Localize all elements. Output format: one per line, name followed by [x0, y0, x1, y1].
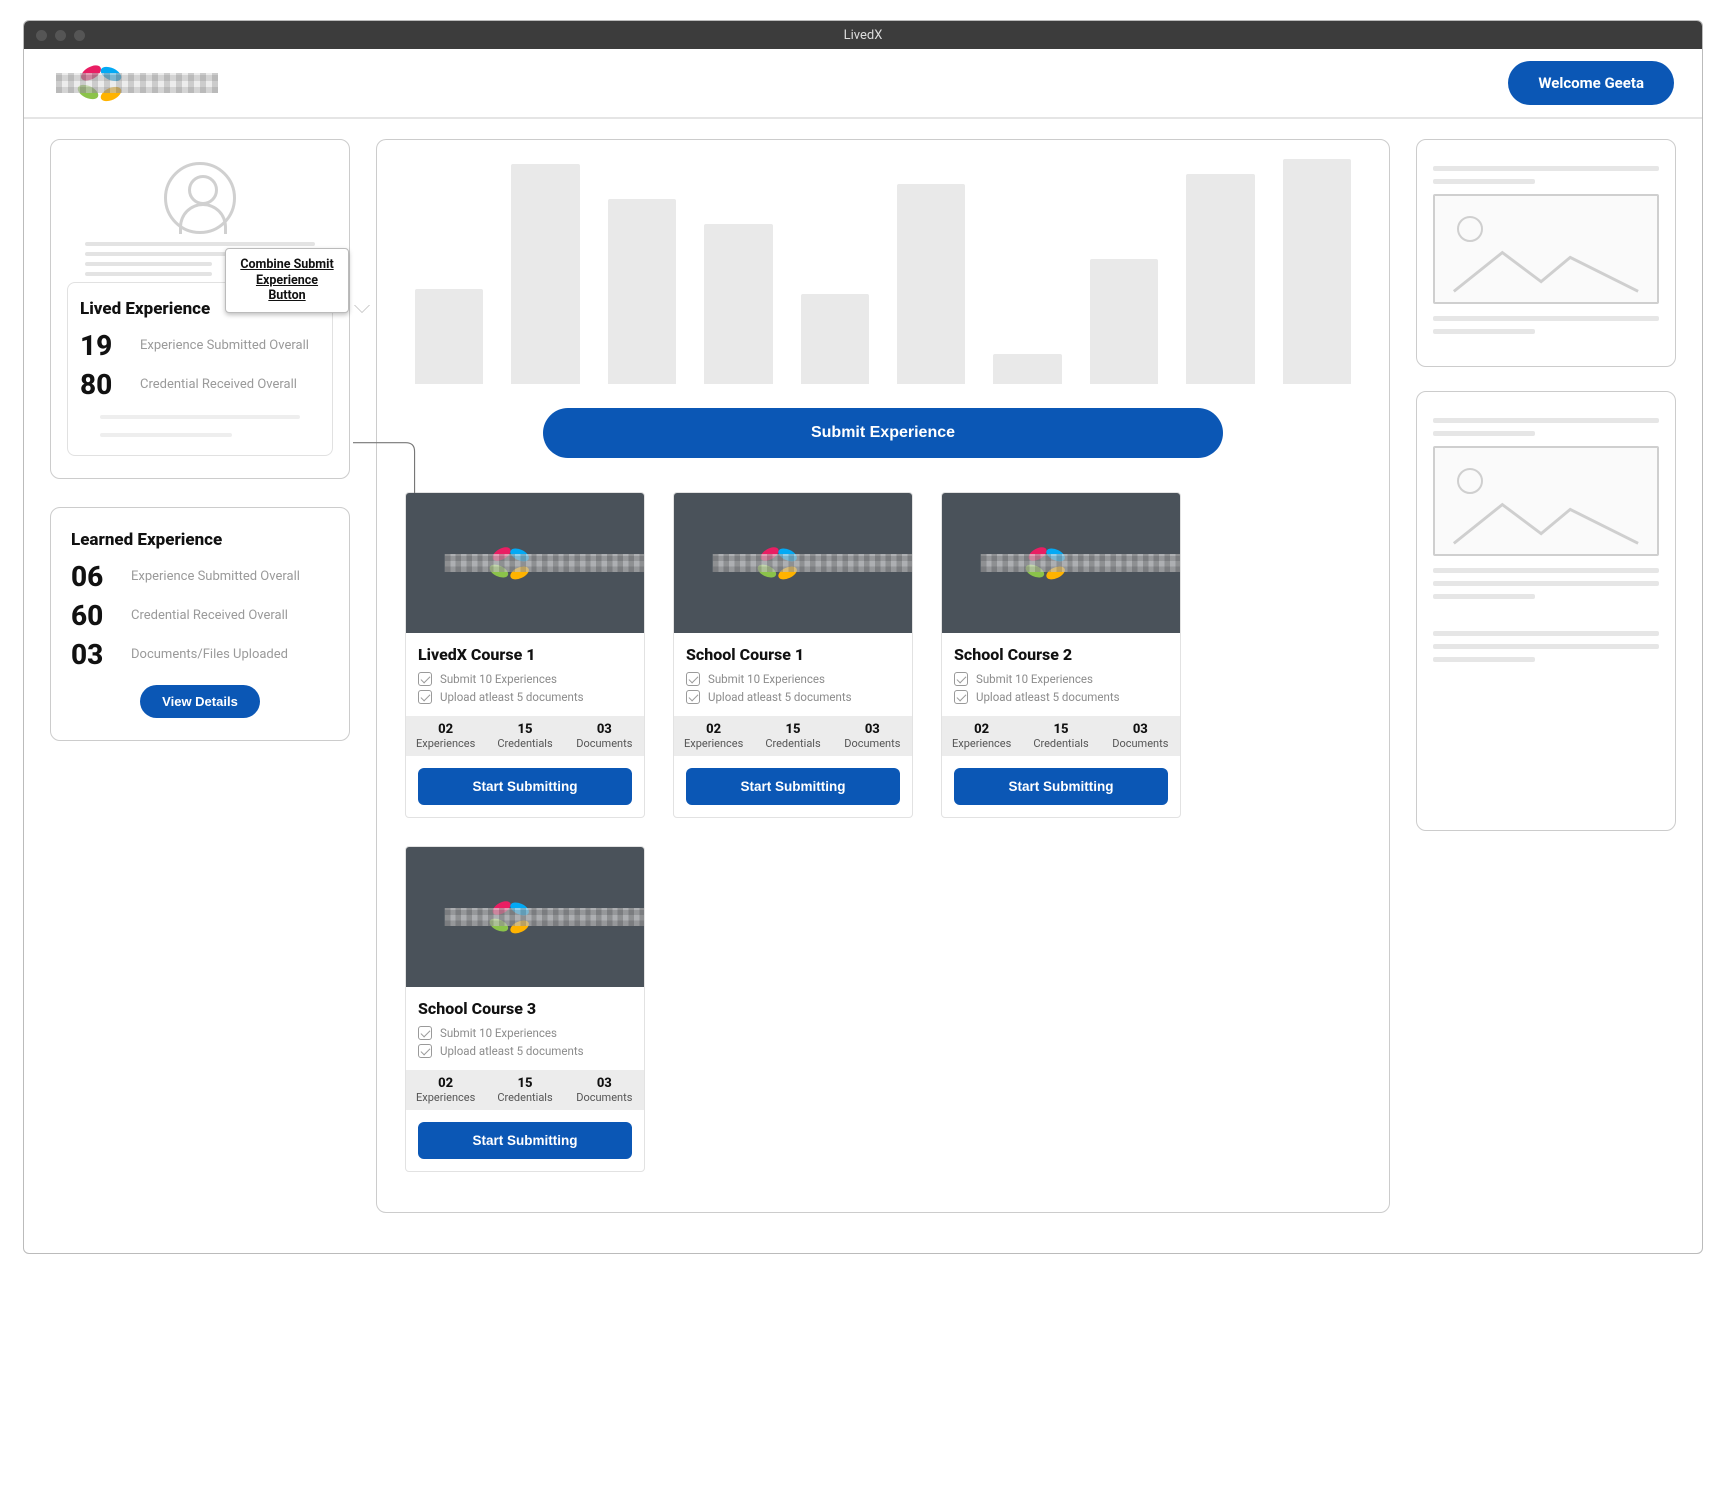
chart-bar [801, 294, 869, 384]
chart-bar [608, 199, 676, 384]
checkbox-icon [954, 672, 968, 686]
learned-stat-1-num: 60 [71, 599, 117, 632]
course-card: School Course 1 Submit 10 Experiences Uplo… [673, 492, 913, 818]
course-req-2: Upload atleast 5 documents [976, 690, 1120, 704]
learned-stat-0-num: 06 [71, 560, 117, 593]
course-thumbnail [942, 493, 1180, 633]
image-placeholder-icon [1433, 446, 1659, 556]
learned-title: Learned Experience [71, 530, 329, 550]
course-req-2: Upload atleast 5 documents [708, 690, 852, 704]
learned-stat-2-label: Documents/Files Uploaded [131, 647, 288, 663]
course-title: School Course 1 [686, 645, 900, 664]
course-req-1: Submit 10 Experiences [440, 672, 557, 686]
chart-bar [993, 354, 1061, 384]
start-submitting-button[interactable]: Start Submitting [418, 768, 632, 805]
learned-stat-1-label: Credential Received Overall [131, 608, 288, 624]
checkbox-icon [418, 1044, 432, 1058]
start-submitting-button[interactable]: Start Submitting [686, 768, 900, 805]
start-submitting-button[interactable]: Start Submitting [954, 768, 1168, 805]
welcome-pill[interactable]: Welcome Geeta [1508, 61, 1674, 105]
side-card-1 [1416, 139, 1676, 367]
livedx-logo [52, 64, 182, 102]
topbar: Welcome Geeta [24, 49, 1702, 119]
course-req-1: Submit 10 Experiences [976, 672, 1093, 686]
checkbox-icon [686, 672, 700, 686]
course-req-2: Upload atleast 5 documents [440, 1044, 584, 1058]
course-req-1: Submit 10 Experiences [708, 672, 825, 686]
learned-stat-0-label: Experience Submitted Overall [131, 569, 300, 585]
lived-stat-1-label: Credential Received Overall [140, 377, 297, 393]
course-card: LivedX Course 1 Submit 10 Experiences Uplo… [405, 492, 645, 818]
course-card: School Course 2 Submit 10 Experiences Uplo… [941, 492, 1181, 818]
checkbox-icon [954, 690, 968, 704]
chart-bar [1186, 174, 1254, 384]
course-metrics: 02Experiences15Credentials03Documents [406, 1070, 644, 1110]
window-title: LivedX [24, 28, 1702, 43]
main-panel: Submit Experience LivedX Course 1 Submit … [376, 139, 1390, 1213]
lived-stat-0-label: Experience Submitted Overall [140, 338, 309, 354]
view-details-button[interactable]: View Details [140, 685, 260, 718]
course-title: LivedX Course 1 [418, 645, 632, 664]
course-title: School Course 2 [954, 645, 1168, 664]
annotation-callout: Combine Submit Experience Button [225, 248, 349, 313]
course-metrics: 02Experiences15Credentials03Documents [942, 716, 1180, 756]
titlebar: LivedX [24, 21, 1702, 49]
start-submitting-button[interactable]: Start Submitting [418, 1122, 632, 1159]
checkbox-icon [418, 1026, 432, 1040]
side-card-2 [1416, 391, 1676, 831]
chart-bar [511, 164, 579, 384]
course-thumbnail [674, 493, 912, 633]
course-req-2: Upload atleast 5 documents [440, 690, 584, 704]
course-thumbnail [406, 493, 644, 633]
course-req-1: Submit 10 Experiences [440, 1026, 557, 1040]
course-thumbnail [406, 847, 644, 987]
chart-bar [897, 184, 965, 384]
checkbox-icon [418, 672, 432, 686]
course-metrics: 02Experiences15Credentials03Documents [674, 716, 912, 756]
activity-bar-chart [415, 154, 1351, 384]
chart-bar [1090, 259, 1158, 384]
chart-bar [704, 224, 772, 384]
chart-bar [1283, 159, 1351, 384]
app-window: LivedX Welcome Geeta Combine Submit Expe… [23, 20, 1703, 1254]
submit-experience-button[interactable]: Submit Experience [543, 408, 1223, 458]
learned-panel: Learned Experience 06 Experience Submitt… [50, 507, 350, 741]
course-card: School Course 3 Submit 10 Experiences Uplo… [405, 846, 645, 1172]
avatar-icon [164, 162, 236, 234]
checkbox-icon [418, 690, 432, 704]
lived-stat-0-num: 19 [80, 329, 126, 362]
course-metrics: 02Experiences15Credentials03Documents [406, 716, 644, 756]
profile-panel: Combine Submit Experience Button Lived E… [50, 139, 350, 479]
image-placeholder-icon [1433, 194, 1659, 304]
learned-stat-2-num: 03 [71, 638, 117, 671]
course-title: School Course 3 [418, 999, 632, 1018]
checkbox-icon [686, 690, 700, 704]
chart-bar [415, 289, 483, 384]
lived-stat-1-num: 80 [80, 368, 126, 401]
